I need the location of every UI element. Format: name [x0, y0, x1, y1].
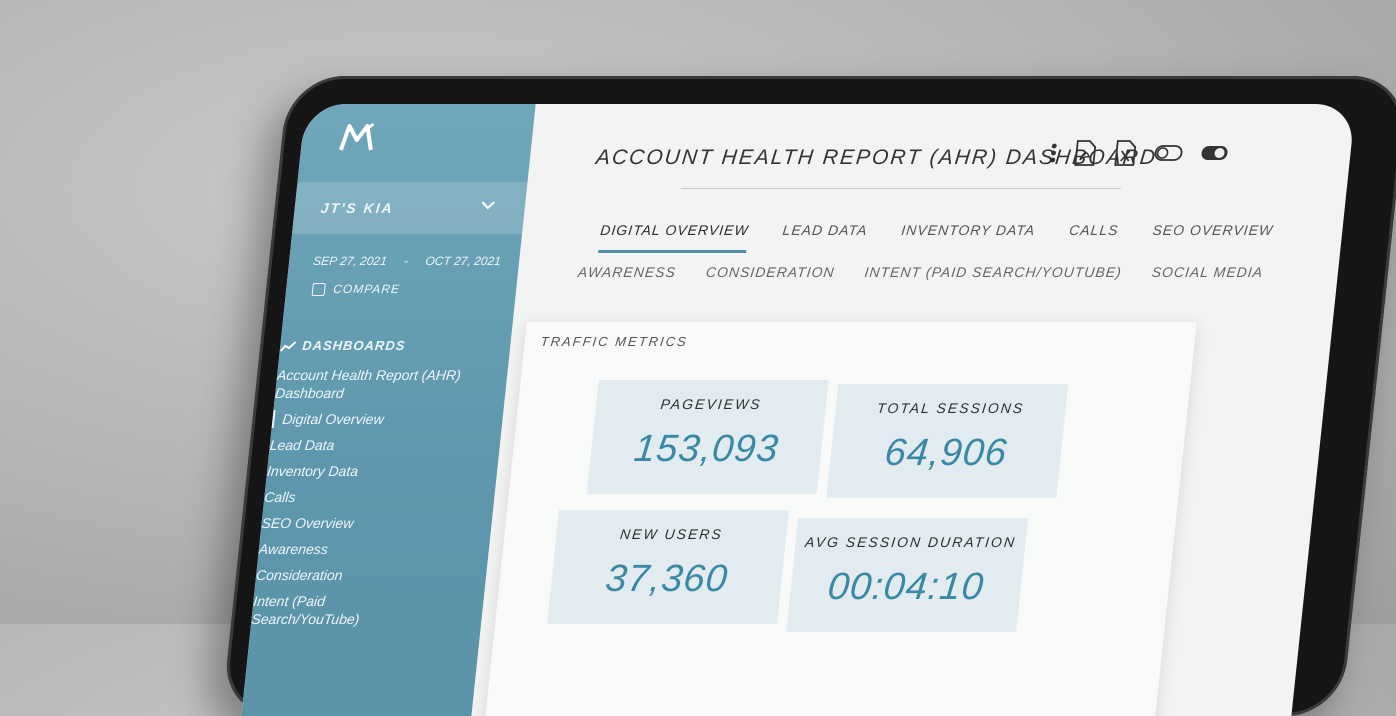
- sidebar-item-ahr-dashboard[interactable]: Account Health Report (AHR) Dashboard: [274, 366, 488, 402]
- excel-export-icon[interactable]: [1113, 140, 1138, 166]
- tab-lead-data[interactable]: LEAD DATA: [780, 222, 868, 253]
- tab-intent[interactable]: INTENT (PAID SEARCH/YOUTUBE): [864, 264, 1123, 280]
- screen: JT'S KIA SEP 27, 2021 - OCT 27, 2021 COM…: [241, 104, 1356, 716]
- dashboards-label: DASHBOARDS: [301, 338, 407, 353]
- metric-new-users: NEW USERS 37,360: [547, 510, 790, 624]
- metric-label: TOTAL SESSIONS: [876, 400, 1026, 416]
- sidebar-item-calls[interactable]: Calls: [263, 488, 495, 506]
- compare-toggle[interactable]: COMPARE: [311, 282, 401, 296]
- metric-label: NEW USERS: [619, 526, 724, 542]
- sidebar: JT'S KIA SEP 27, 2021 - OCT 27, 2021 COM…: [241, 104, 536, 716]
- traffic-metrics-title: TRAFFIC METRICS: [539, 334, 689, 349]
- more-options-icon[interactable]: [1049, 142, 1057, 164]
- tab-social-media[interactable]: SOCIAL MEDIA: [1151, 264, 1264, 280]
- sidebar-item-inventory-data[interactable]: Inventory Data: [266, 462, 498, 480]
- metric-value: 153,093: [632, 428, 781, 470]
- toggle-off-icon[interactable]: [1154, 145, 1184, 161]
- pdf-export-icon[interactable]: [1073, 140, 1098, 166]
- metric-label: PAGEVIEWS: [659, 396, 763, 412]
- toggle-on-icon[interactable]: [1200, 145, 1230, 161]
- compare-checkbox[interactable]: [311, 282, 326, 296]
- compare-label: COMPARE: [332, 282, 401, 296]
- date-end: OCT 27, 2021: [424, 254, 502, 268]
- metric-value: 00:04:10: [825, 566, 987, 608]
- sidebar-item-lead-data[interactable]: Lead Data: [269, 436, 501, 454]
- tab-seo-overview[interactable]: SEO OVERVIEW: [1150, 222, 1274, 253]
- metric-pageviews: PAGEVIEWS 153,093: [586, 380, 829, 494]
- sidebar-item-digital-overview[interactable]: Digital Overview: [271, 410, 504, 428]
- main-content: ACCOUNT HEALTH REPORT (AHR) DASHBOARD DI…: [482, 104, 1355, 716]
- date-range[interactable]: SEP 27, 2021 - OCT 27, 2021: [312, 254, 515, 268]
- chevron-down-icon[interactable]: [478, 196, 498, 214]
- tab-consideration[interactable]: CONSIDERATION: [705, 264, 835, 280]
- secondary-tabs: AWARENESS CONSIDERATION INTENT (PAID SEA…: [577, 264, 1264, 280]
- account-name: JT'S KIA: [319, 200, 395, 216]
- sidebar-item-seo-overview[interactable]: SEO Overview: [261, 514, 493, 532]
- sidebar-item-intent[interactable]: Intent (Paid Search/YouTube): [251, 592, 375, 628]
- metric-value: 64,906: [882, 432, 1010, 474]
- tab-calls[interactable]: CALLS: [1067, 222, 1119, 253]
- primary-tabs: DIGITAL OVERVIEW LEAD DATA INVENTORY DAT…: [598, 222, 1274, 253]
- account-selector[interactable]: JT'S KIA: [292, 182, 528, 234]
- brand-logo-icon[interactable]: [338, 122, 376, 152]
- tablet-device: JT'S KIA SEP 27, 2021 - OCT 27, 2021 COM…: [221, 76, 1396, 716]
- date-separator: -: [403, 254, 409, 268]
- traffic-metrics-card: TRAFFIC METRICS PAGEVIEWS 153,093 TOTAL …: [482, 322, 1197, 716]
- metric-label: AVG SESSION DURATION: [804, 534, 1017, 550]
- metric-value: 37,360: [603, 558, 731, 600]
- dashboards-heading: DASHBOARDS: [280, 338, 407, 353]
- tab-inventory-data[interactable]: INVENTORY DATA: [899, 222, 1036, 253]
- dashboard-nav: Account Health Report (AHR) Dashboard Di…: [250, 366, 508, 636]
- tab-digital-overview[interactable]: DIGITAL OVERVIEW: [598, 222, 750, 253]
- title-divider: [680, 188, 1121, 189]
- toolbar: [1049, 140, 1230, 166]
- sidebar-item-consideration[interactable]: Consideration: [255, 566, 487, 584]
- metric-total-sessions: TOTAL SESSIONS 64,906: [826, 384, 1069, 498]
- line-chart-icon: [280, 340, 297, 352]
- date-start: SEP 27, 2021: [312, 254, 388, 268]
- sidebar-item-awareness[interactable]: Awareness: [258, 540, 490, 558]
- tab-awareness[interactable]: AWARENESS: [577, 264, 677, 280]
- metric-avg-session-duration: AVG SESSION DURATION 00:04:10: [786, 518, 1029, 632]
